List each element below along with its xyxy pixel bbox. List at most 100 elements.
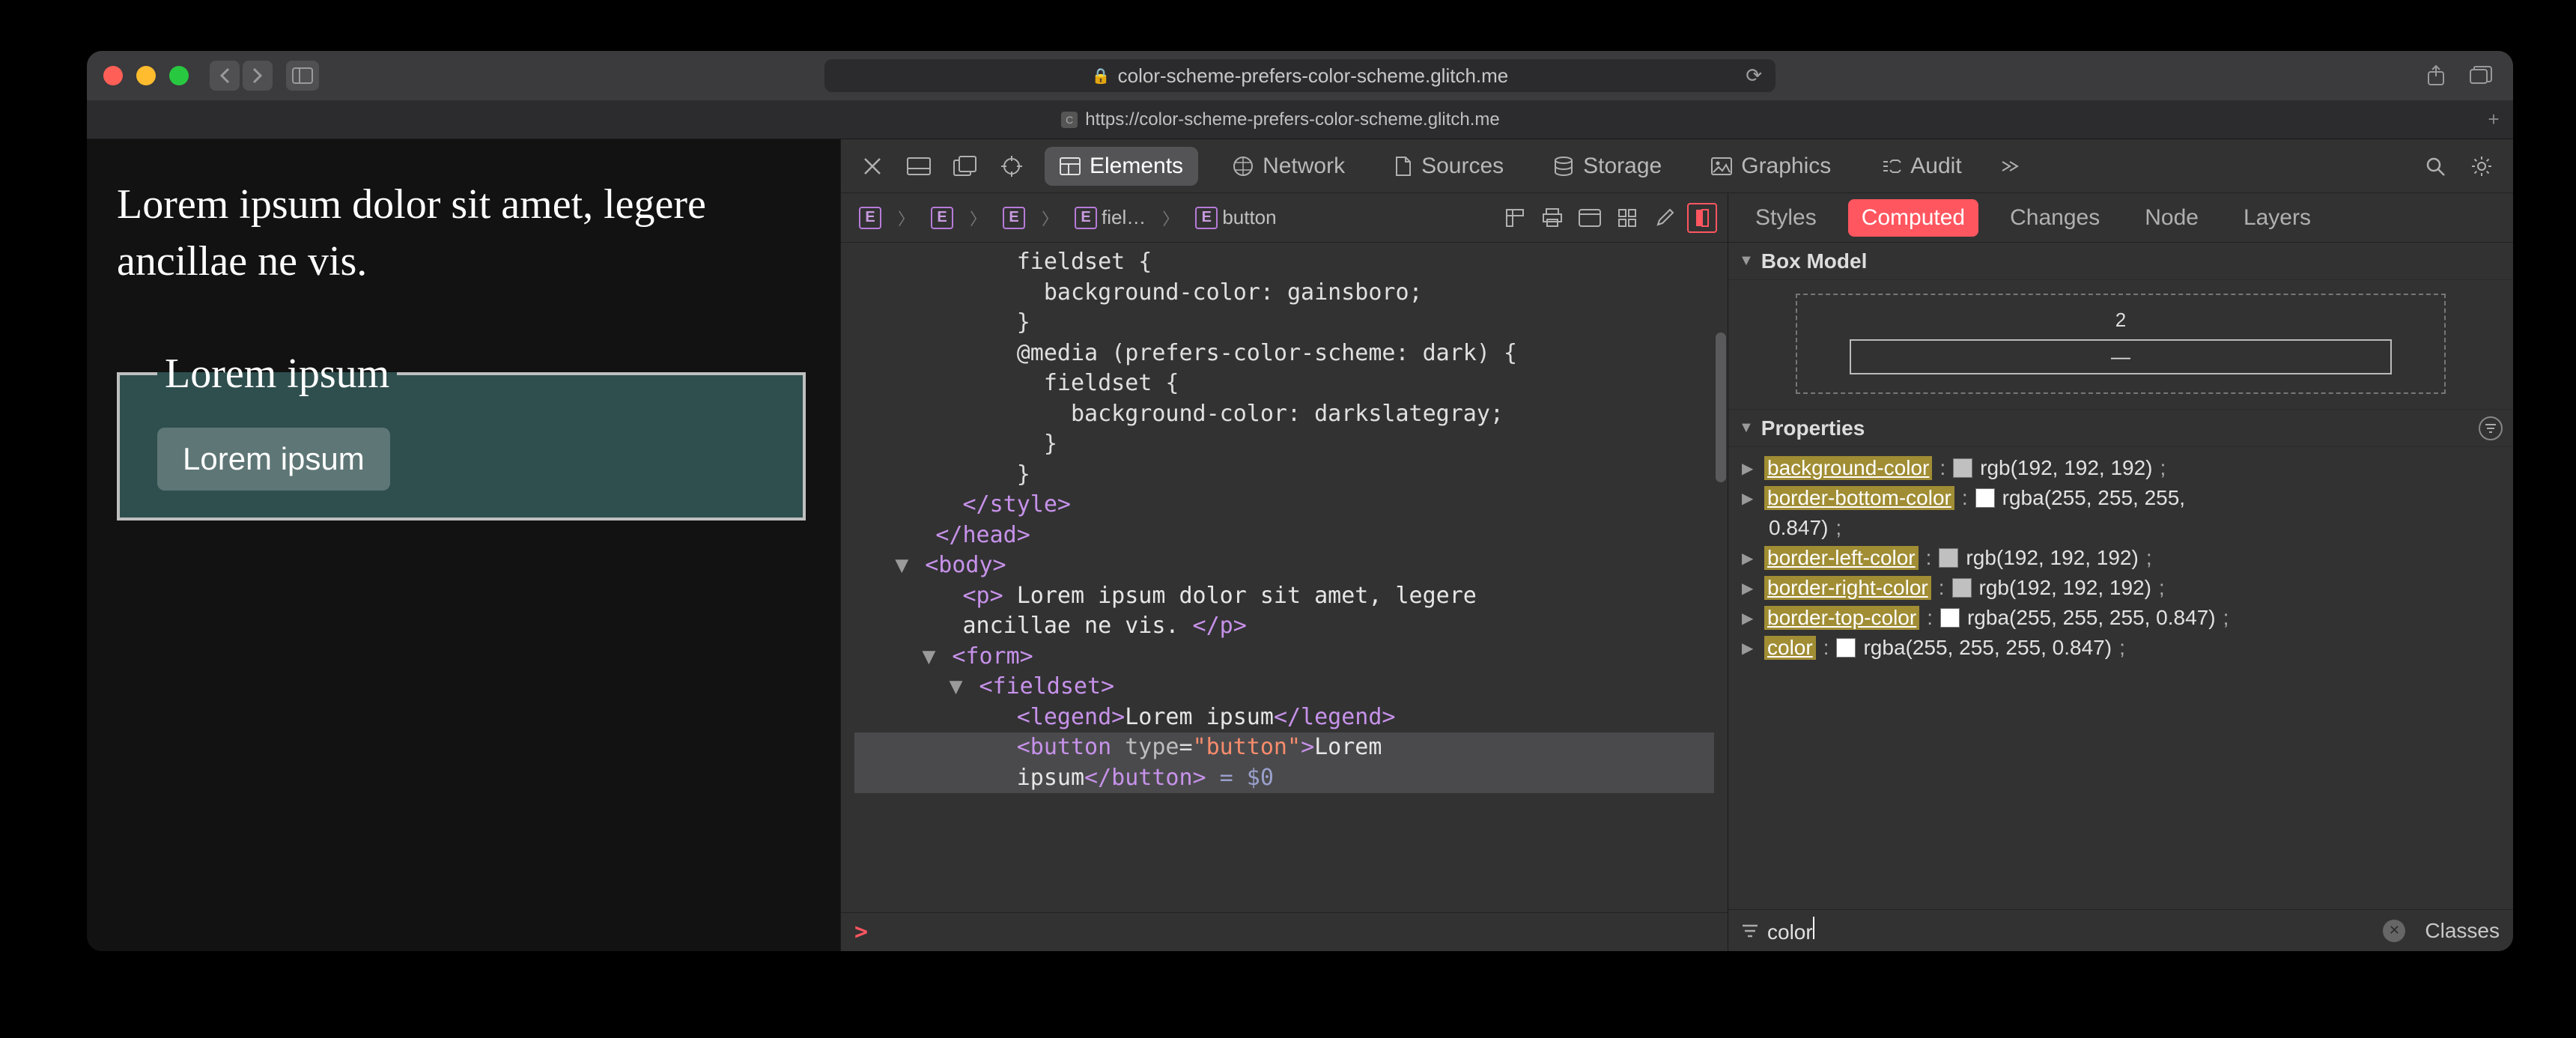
compositing-icon[interactable]	[1687, 203, 1717, 233]
print-icon[interactable]	[1537, 203, 1567, 233]
property-row[interactable]: ▶ border-right-color: rgb(192, 192, 192)…	[1742, 573, 2500, 603]
console-prompt[interactable]: >	[841, 912, 1728, 951]
devtools-tab-storage[interactable]: Storage	[1538, 147, 1677, 186]
filter-input[interactable]: color	[1767, 917, 2374, 944]
elements-pane: E 〉 E 〉 E 〉 E fiel…	[841, 193, 1728, 951]
breadcrumb-item[interactable]: E button	[1188, 203, 1284, 232]
clear-filter-button[interactable]: ✕	[2383, 920, 2405, 942]
dock-side-icon[interactable]	[952, 153, 979, 180]
property-value: rgb(192, 192, 192)	[1980, 456, 2152, 480]
content-row: Lorem ipsum dolor sit amet, legere ancil…	[87, 139, 2513, 951]
url-host: color-scheme-prefers-color-scheme.glitch…	[1118, 64, 1509, 88]
sidebar-tab-changes[interactable]: Changes	[1996, 199, 2113, 237]
chevron-right-icon: 〉	[1162, 206, 1179, 230]
filter-row: color ✕ Classes	[1728, 909, 2513, 951]
element-badge-icon: E	[1195, 207, 1218, 229]
color-swatch[interactable]	[1836, 638, 1856, 658]
styles-sidebar: Styles Computed Changes Node Layers ▼ Bo…	[1728, 193, 2513, 951]
chevron-right-icon: ▶	[1742, 639, 1757, 658]
property-row[interactable]: ▶ color: rgba(255, 255, 255, 0.847);	[1742, 633, 2500, 663]
search-icon[interactable]	[2422, 153, 2449, 180]
sidebar-tab-computed[interactable]: Computed	[1848, 199, 1978, 237]
breadcrumb-item[interactable]: E	[995, 204, 1033, 232]
property-value: rgb(192, 192, 192)	[1979, 576, 2151, 600]
storage-icon	[1553, 156, 1574, 177]
breadcrumb-item[interactable]: E	[923, 204, 961, 232]
network-icon	[1233, 156, 1254, 177]
color-swatch[interactable]	[1975, 488, 1995, 508]
classes-button[interactable]: Classes	[2425, 919, 2500, 943]
share-button[interactable]	[2420, 61, 2452, 91]
paintbrush-icon[interactable]	[1650, 203, 1680, 233]
maximize-window-button[interactable]	[169, 66, 189, 85]
elements-icon	[1060, 157, 1081, 175]
close-window-button[interactable]	[103, 66, 123, 85]
close-devtools-icon[interactable]	[859, 153, 886, 180]
property-row[interactable]: ▶ border-top-color: rgba(255, 255, 255, …	[1742, 603, 2500, 633]
devtools-header: Elements Network Sources Storage Graphic…	[841, 139, 2513, 193]
property-row[interactable]: ▶ border-bottom-color: rgba(255, 255, 25…	[1742, 483, 2500, 513]
tabs-overview-button[interactable]	[2465, 61, 2497, 91]
box-model-border-top: 2	[1850, 309, 2392, 332]
property-name: border-top-color	[1764, 606, 1919, 630]
section-title: Properties	[1761, 416, 1865, 440]
minimize-window-button[interactable]	[136, 66, 156, 85]
new-tab-button[interactable]: +	[2474, 108, 2513, 131]
devtools-tab-elements[interactable]: Elements	[1045, 147, 1198, 186]
sidebar-toggle-button[interactable]	[286, 61, 319, 91]
back-button[interactable]	[210, 61, 240, 91]
lock-icon: 🔒	[1092, 67, 1111, 85]
chevron-down-icon: ▼	[1739, 419, 1754, 437]
dom-tree[interactable]: fieldset { background-color: gainsboro; …	[841, 243, 1728, 912]
browser-tab[interactable]: C https://color-scheme-prefers-color-sch…	[87, 100, 2474, 139]
grid-icon[interactable]	[1612, 203, 1642, 233]
element-badge-icon: E	[931, 207, 953, 229]
page-preview: Lorem ipsum dolor sit amet, legere ancil…	[87, 139, 840, 951]
chevron-right-icon: ▶	[1742, 579, 1757, 598]
element-badge-icon: E	[1075, 207, 1097, 229]
filter-options-button[interactable]	[2479, 416, 2503, 440]
chevron-right-icon: 〉	[970, 206, 986, 230]
sidebar-tab-node[interactable]: Node	[2131, 199, 2212, 237]
url-bar[interactable]: 🔒 color-scheme-prefers-color-scheme.glit…	[824, 59, 1775, 92]
browser-window: 🔒 color-scheme-prefers-color-scheme.glit…	[87, 51, 2513, 951]
scrollbar[interactable]	[1716, 333, 1726, 482]
tab-label: Elements	[1090, 154, 1183, 179]
breadcrumb-item[interactable]: E fiel…	[1067, 203, 1153, 232]
tab-label: Network	[1263, 154, 1345, 179]
box-model-border: 2 —	[1796, 294, 2446, 394]
breadcrumb-item[interactable]: E	[851, 204, 889, 232]
color-swatch[interactable]	[1939, 548, 1958, 568]
element-badge-icon: E	[1003, 207, 1025, 229]
box-model-header[interactable]: ▼ Box Model	[1728, 243, 2513, 280]
sidebar-tab-layers[interactable]: Layers	[2230, 199, 2324, 237]
devtools-tab-audit[interactable]: Audit	[1865, 147, 1976, 186]
property-value: rgb(192, 192, 192)	[1966, 546, 2138, 570]
property-row[interactable]: ▶ background-color: rgb(192, 192, 192);	[1742, 453, 2500, 483]
ruler-icon[interactable]	[1500, 203, 1530, 233]
devtools-tab-sources[interactable]: Sources	[1379, 147, 1519, 186]
viewport-icon[interactable]	[1575, 203, 1605, 233]
color-swatch[interactable]	[1940, 608, 1960, 628]
properties-header[interactable]: ▼ Properties	[1728, 410, 2513, 447]
dock-bottom-icon[interactable]	[905, 153, 932, 180]
nav-buttons	[210, 61, 273, 91]
sidebar-tab-styles[interactable]: Styles	[1742, 199, 1830, 237]
settings-icon[interactable]	[2468, 153, 2495, 180]
devtools-tab-network[interactable]: Network	[1218, 147, 1360, 186]
reload-icon[interactable]: ⟳	[1746, 64, 1762, 88]
color-swatch[interactable]	[1952, 578, 1972, 598]
forward-button[interactable]	[243, 61, 273, 91]
page-fieldset: Lorem ipsum Lorem ipsum	[117, 350, 806, 520]
inspect-icon[interactable]	[998, 153, 1025, 180]
color-swatch[interactable]	[1953, 458, 1972, 478]
titlebar-right	[2420, 61, 2497, 91]
property-row[interactable]: ▶ border-left-color: rgb(192, 192, 192);	[1742, 543, 2500, 573]
devtools-tab-graphics[interactable]: Graphics	[1696, 147, 1846, 186]
sources-icon	[1394, 156, 1412, 177]
more-tabs-icon[interactable]	[1996, 153, 2023, 180]
tab-bar: C https://color-scheme-prefers-color-sch…	[87, 100, 2513, 139]
property-name: background-color	[1764, 456, 1932, 480]
page-button[interactable]: Lorem ipsum	[157, 428, 390, 491]
property-name: color	[1764, 636, 1816, 660]
